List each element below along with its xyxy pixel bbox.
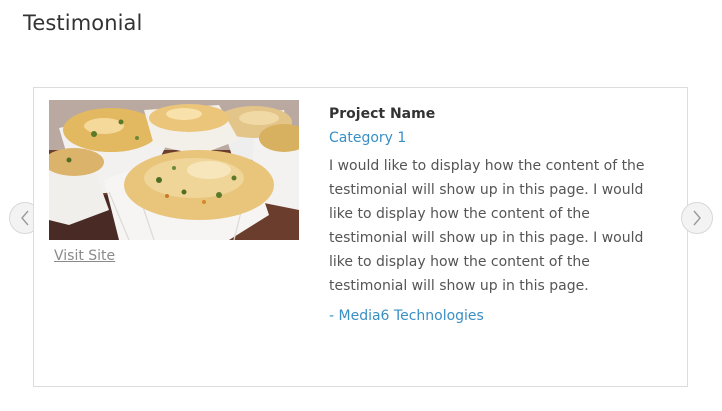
testimonial-content: Project Name Category 1 I would like to … [329,104,669,326]
testimonial-body: I would like to display how the content … [329,158,645,294]
category-link[interactable]: Category 1 [329,128,669,148]
testimonial-card: Visit Site Project Name Category 1 I wou… [33,87,688,387]
carousel-next-button[interactable] [681,202,713,234]
chevron-left-icon [21,210,29,226]
page-title: Testimonial [23,11,143,35]
testimonial-author-link[interactable]: - Media6 Technologies [329,306,669,326]
chevron-right-icon [693,210,701,226]
project-name: Project Name [329,106,436,122]
testimonial-image [49,100,299,240]
visit-site-link[interactable]: Visit Site [54,248,115,264]
